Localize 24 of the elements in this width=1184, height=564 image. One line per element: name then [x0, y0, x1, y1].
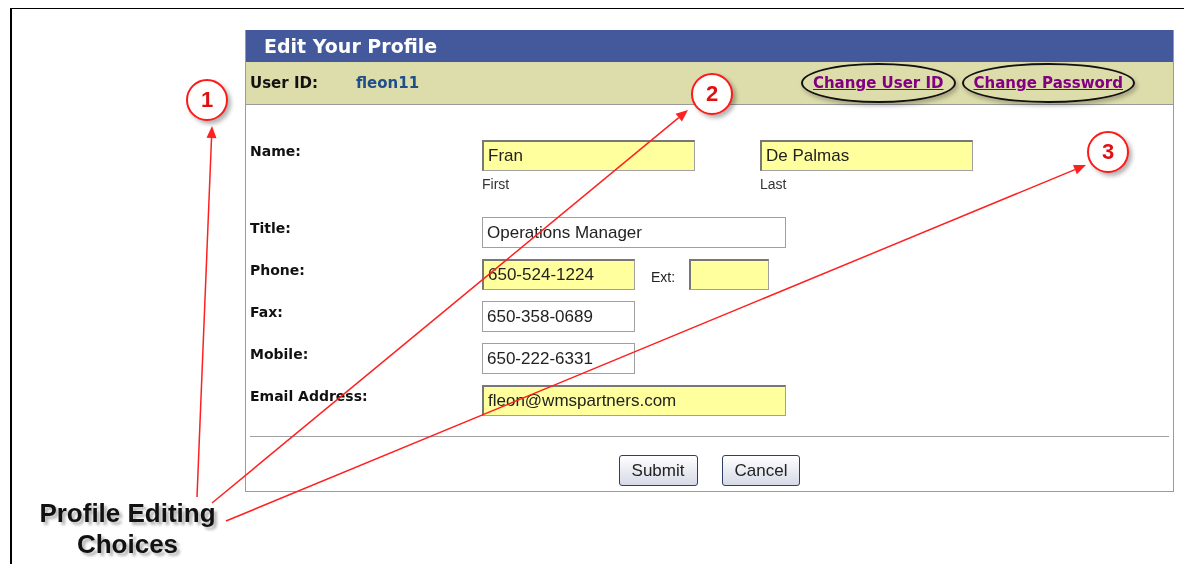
callout-text: Profile Editing Choices: [38, 498, 217, 560]
button[interactable]: Submit: [618, 455, 698, 486]
user-id-label: User ID:: [250, 74, 319, 92]
input-field[interactable]: De Palmas: [760, 140, 973, 171]
input-field[interactable]: [689, 259, 770, 290]
field-hint: Last: [760, 176, 788, 192]
link[interactable]: Change User ID: [812, 74, 944, 92]
field-label: Title:: [250, 219, 292, 238]
panel-title: Edit Your Profile: [264, 35, 438, 57]
field-label: Ext:: [651, 269, 676, 285]
input-field[interactable]: 650-358-0689: [482, 301, 635, 332]
user-id-value: fleon11: [356, 74, 420, 92]
link[interactable]: Change Password: [973, 74, 1123, 92]
field-label: Name:: [250, 142, 302, 161]
button[interactable]: Cancel: [721, 455, 801, 486]
field-label: Mobile:: [250, 345, 310, 364]
input-field[interactable]: 650-222-6331: [482, 343, 635, 374]
field-label: Phone:: [250, 261, 306, 280]
number-marker: 1: [186, 79, 228, 121]
input-field[interactable]: Fran: [482, 140, 695, 171]
field-hint: First: [482, 176, 511, 192]
field-label: Fax:: [250, 303, 284, 322]
number-marker: 3: [1087, 131, 1129, 173]
input-field[interactable]: 650-524-1224: [482, 259, 635, 290]
